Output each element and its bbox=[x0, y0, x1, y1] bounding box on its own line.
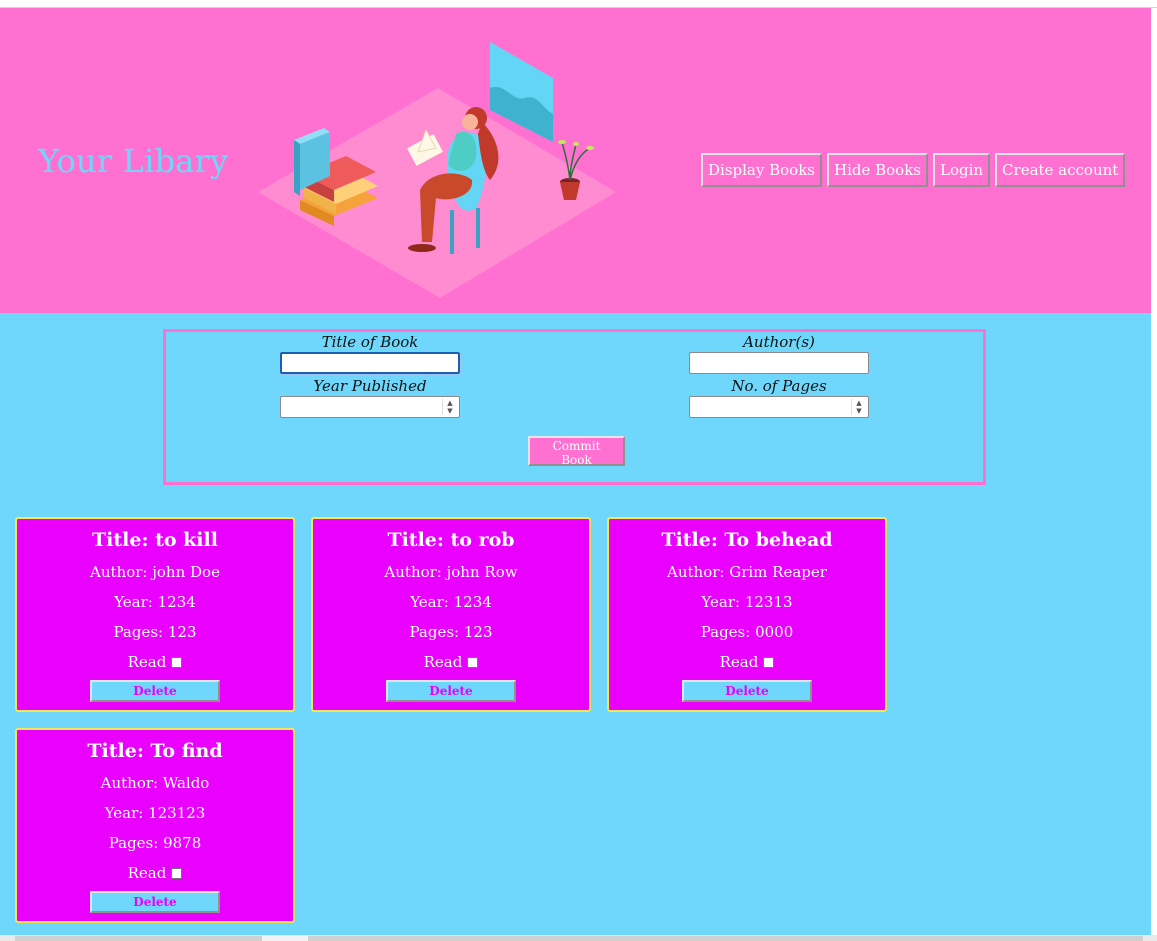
login-button[interactable]: Login bbox=[932, 153, 991, 187]
delete-button[interactable]: Delete bbox=[682, 680, 812, 702]
book-title: Title: To find bbox=[87, 740, 223, 762]
book-title: Title: to rob bbox=[387, 529, 515, 551]
read-checkbox[interactable] bbox=[763, 656, 775, 668]
title-field: Title of Book bbox=[279, 332, 461, 375]
commit-book-button[interactable]: Commit Book bbox=[528, 436, 625, 467]
delete-button[interactable]: Delete bbox=[90, 680, 220, 702]
book-title: Title: To behead bbox=[661, 529, 833, 551]
book-author: Author: Grim Reaper bbox=[667, 563, 827, 581]
book-year: Year: 123123 bbox=[104, 804, 206, 822]
scrollbar-highlight bbox=[262, 936, 308, 941]
year-spin-arrows-icon[interactable]: ▲ ▼ bbox=[442, 399, 457, 415]
book-title: Title: to kill bbox=[92, 529, 218, 551]
author-field: Author(s) bbox=[689, 332, 869, 374]
book-author: Author: Waldo bbox=[100, 774, 210, 792]
add-book-form: Title of Book Author(s) Year Published ▲… bbox=[163, 329, 986, 485]
book-card: Title: To behead Author: Grim Reaper Yea… bbox=[607, 517, 887, 712]
read-label: Read bbox=[127, 864, 167, 882]
book-year: Year: 1234 bbox=[410, 593, 492, 611]
read-toggle: Read bbox=[17, 647, 293, 677]
author-label: Author(s) bbox=[743, 333, 815, 351]
pages-field: No. of Pages ▲ ▼ bbox=[689, 376, 869, 418]
book-pages: Pages: 123 bbox=[409, 623, 493, 641]
pages-stepper: ▲ ▼ bbox=[689, 396, 869, 418]
pages-label: No. of Pages bbox=[731, 377, 827, 395]
book-card: Title: to kill Author: john Doe Year: 12… bbox=[15, 517, 295, 712]
year-stepper: ▲ ▼ bbox=[280, 396, 460, 418]
title-input[interactable] bbox=[279, 351, 461, 375]
read-checkbox[interactable] bbox=[171, 656, 183, 668]
read-checkbox[interactable] bbox=[171, 867, 183, 879]
pages-spin-arrows-icon[interactable]: ▲ ▼ bbox=[851, 399, 866, 415]
book-card: Title: to rob Author: john Row Year: 123… bbox=[311, 517, 591, 712]
delete-button[interactable]: Delete bbox=[90, 891, 220, 913]
delete-button[interactable]: Delete bbox=[386, 680, 516, 702]
year-input[interactable] bbox=[280, 396, 460, 418]
header-nav: Display Books Hide Books Login Create ac… bbox=[701, 153, 1126, 187]
book-card: Title: To find Author: Waldo Year: 12312… bbox=[15, 728, 295, 923]
read-toggle: Read bbox=[313, 647, 589, 677]
year-label: Year Published bbox=[313, 377, 427, 395]
read-toggle: Read bbox=[609, 647, 885, 677]
create-account-button[interactable]: Create account bbox=[995, 153, 1126, 187]
read-checkbox[interactable] bbox=[467, 656, 479, 668]
browser-top-edge bbox=[0, 0, 1157, 8]
read-toggle: Read bbox=[17, 858, 293, 888]
site-title: Your Libary bbox=[38, 142, 229, 180]
site-header: Your Libary Display Books Hide Books Log… bbox=[0, 8, 1151, 313]
book-author: Author: john Doe bbox=[90, 563, 220, 581]
main-content: Title of Book Author(s) Year Published ▲… bbox=[0, 313, 1151, 935]
title-label: Title of Book bbox=[321, 333, 419, 351]
read-label: Read bbox=[423, 653, 463, 671]
author-input[interactable] bbox=[689, 352, 869, 374]
book-year: Year: 12313 bbox=[701, 593, 793, 611]
book-pages: Pages: 0000 bbox=[700, 623, 794, 641]
book-pages: Pages: 9878 bbox=[108, 834, 202, 852]
year-field: Year Published ▲ ▼ bbox=[280, 376, 460, 418]
reading-illustration bbox=[258, 42, 616, 298]
read-label: Read bbox=[719, 653, 759, 671]
horizontal-scrollbar[interactable] bbox=[0, 935, 1157, 941]
book-author: Author: john Row bbox=[384, 563, 518, 581]
vertical-scrollbar[interactable] bbox=[1151, 8, 1157, 935]
horizontal-scrollbar-thumb[interactable] bbox=[15, 936, 1143, 941]
book-year: Year: 1234 bbox=[114, 593, 196, 611]
pages-input[interactable] bbox=[689, 396, 869, 418]
book-pages: Pages: 123 bbox=[113, 623, 197, 641]
hide-books-button[interactable]: Hide Books bbox=[826, 153, 928, 187]
read-label: Read bbox=[127, 653, 167, 671]
display-books-button[interactable]: Display Books bbox=[701, 153, 822, 187]
